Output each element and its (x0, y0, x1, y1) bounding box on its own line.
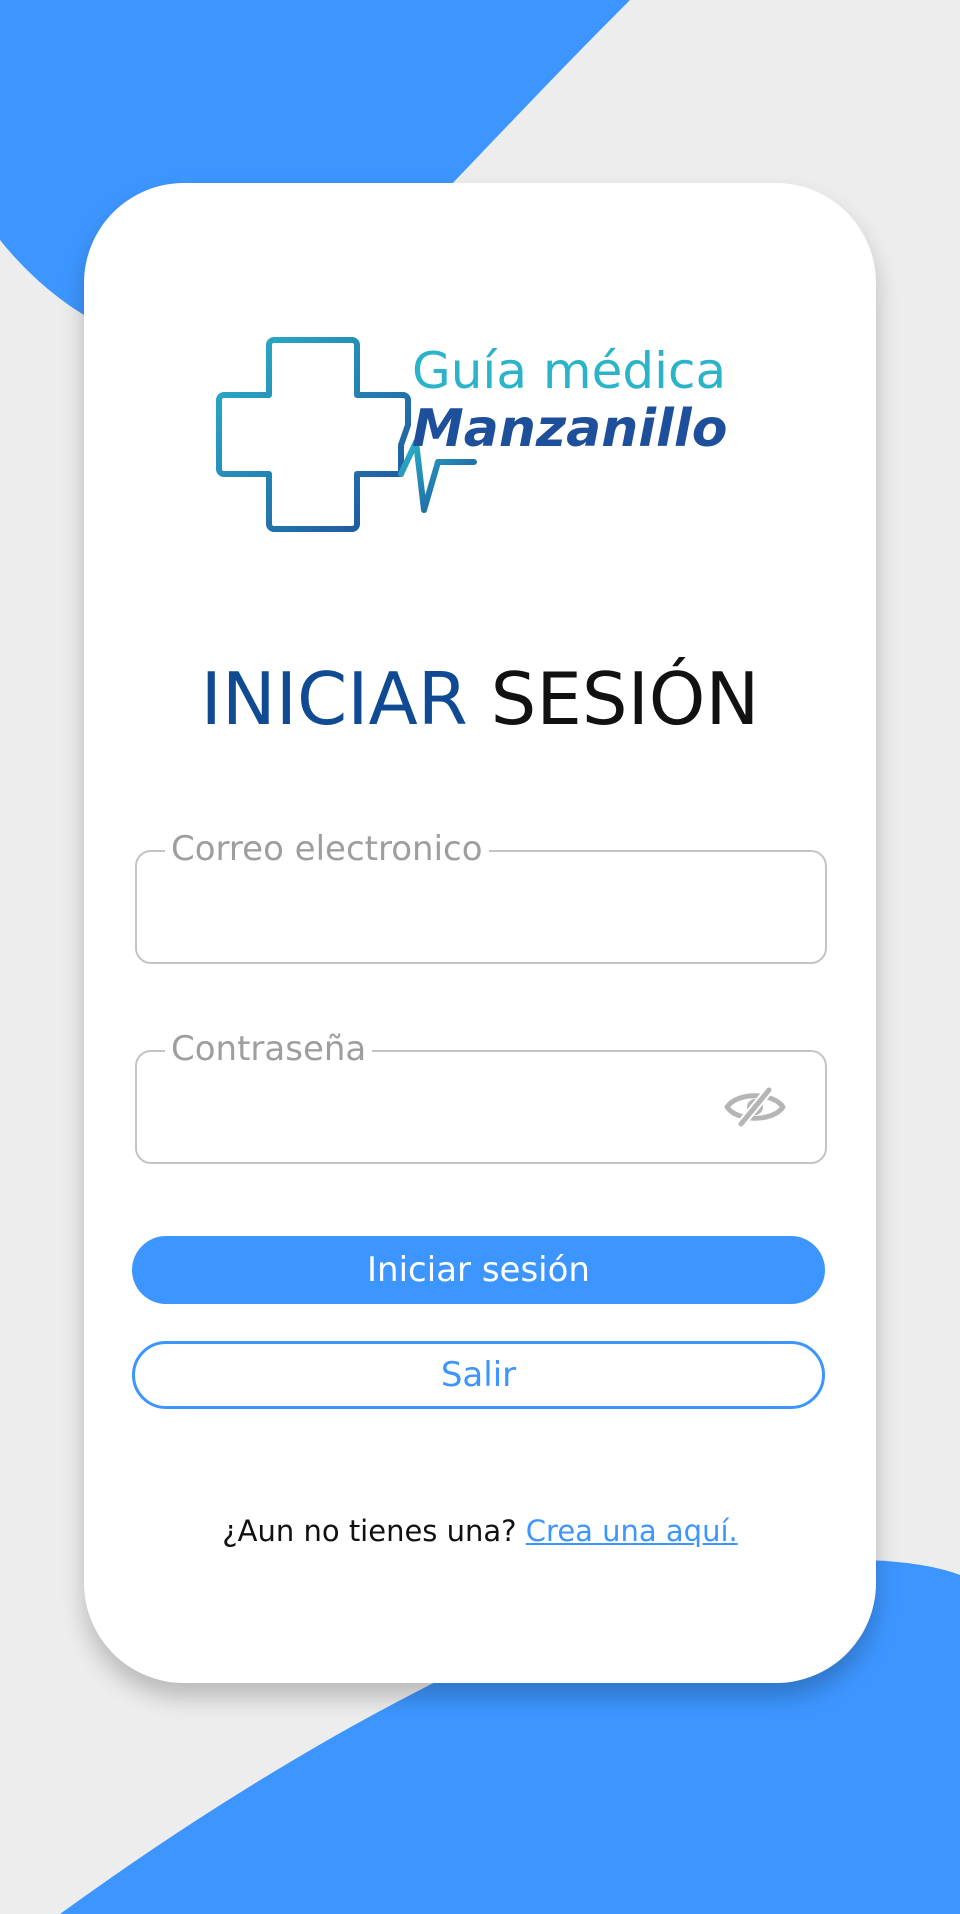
email-field-label: Correo electronico (165, 826, 489, 872)
password-input[interactable] (157, 1080, 721, 1138)
page-title-word-1: INICIAR (200, 657, 468, 741)
app-logo: Guía médica Manzanillo (216, 337, 727, 532)
page-title: INICIAR SESIÓN (84, 654, 876, 744)
signup-link[interactable]: Crea una aquí. (526, 1514, 738, 1548)
password-field[interactable]: Contraseña (135, 1026, 827, 1164)
page-title-word-2: SESIÓN (490, 657, 760, 741)
exit-button[interactable]: Salir (132, 1341, 825, 1409)
password-field-label: Contraseña (165, 1026, 373, 1072)
eye-off-icon[interactable] (723, 1084, 787, 1130)
logo-subtitle: Manzanillo (412, 399, 727, 459)
signup-prompt-text: ¿Aun no tienes una? (222, 1514, 517, 1548)
signup-prompt: ¿Aun no tienes una? Crea una aquí. (84, 1509, 876, 1553)
logo-title: Guía médica (412, 342, 726, 400)
email-input[interactable] (157, 880, 721, 938)
email-field[interactable]: Correo electronico (135, 826, 827, 964)
login-button[interactable]: Iniciar sesión (132, 1236, 825, 1304)
